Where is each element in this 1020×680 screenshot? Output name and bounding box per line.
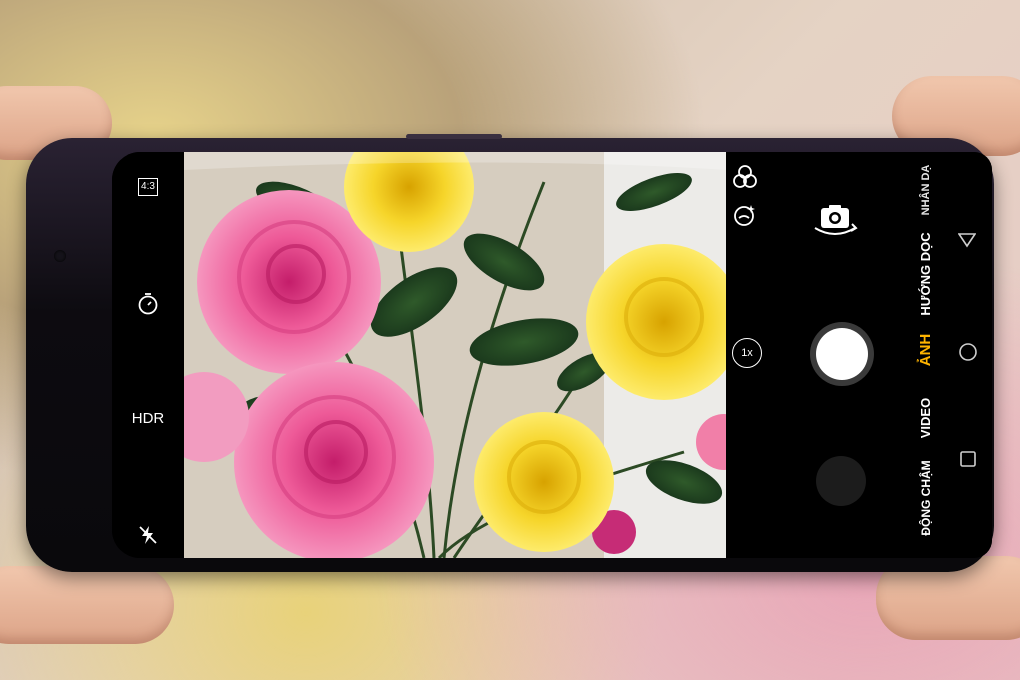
- left-settings-bar: 4:3 HDR: [112, 152, 184, 558]
- beauty-icon: [734, 205, 755, 226]
- camera-viewfinder[interactable]: [184, 152, 726, 558]
- mode-night[interactable]: NHÂN DẠ: [916, 152, 936, 230]
- nav-recents-button[interactable]: [959, 450, 977, 473]
- shutter-inner: [816, 328, 868, 380]
- timer-button[interactable]: [112, 292, 184, 320]
- beauty-button[interactable]: [732, 202, 758, 233]
- hdr-button[interactable]: HDR: [112, 410, 184, 427]
- smartphone: 4:3 HDR 1x NHÂN DẠ HƯỚNG DỌC ẢNH VIDEO Đ…: [26, 134, 994, 572]
- mode-photo[interactable]: ẢNH: [916, 320, 936, 380]
- left-bottom-finger: [0, 566, 174, 644]
- mode-slow-motion[interactable]: ĐỘNG CHẬM: [916, 438, 936, 558]
- nav-back-button[interactable]: [957, 232, 977, 253]
- aspect-ratio-button[interactable]: 4:3: [112, 176, 184, 196]
- filter-icon: [733, 165, 757, 188]
- switch-camera-icon: [814, 205, 858, 235]
- camera-screen: 4:3 HDR 1x NHÂN DẠ HƯỚNG DỌC ẢNH VIDEO Đ…: [112, 152, 992, 558]
- home-circle-icon: [959, 343, 977, 361]
- recents-square-icon: [960, 451, 976, 467]
- filter-button[interactable]: [732, 164, 758, 195]
- right-control-panel: 1x NHÂN DẠ HƯỚNG DỌC ẢNH VIDEO ĐỘNG CHẬM: [726, 152, 992, 558]
- mode-portrait[interactable]: HƯỚNG DỌC: [916, 224, 936, 324]
- volume-button: [406, 134, 502, 139]
- flash-off-icon: [139, 526, 157, 544]
- nav-home-button[interactable]: [958, 342, 978, 367]
- timer-icon: [138, 293, 158, 315]
- front-camera: [54, 250, 66, 262]
- flash-button[interactable]: [112, 524, 184, 550]
- photo-scene: 4:3 HDR 1x NHÂN DẠ HƯỚNG DỌC ẢNH VIDEO Đ…: [0, 0, 1020, 680]
- flower-bouquet-image: [184, 152, 726, 558]
- zoom-button[interactable]: 1x: [732, 338, 762, 368]
- gallery-thumbnail[interactable]: [816, 456, 866, 506]
- switch-camera-button[interactable]: [812, 204, 858, 243]
- shutter-button[interactable]: [810, 322, 874, 386]
- back-triangle-icon: [957, 233, 977, 248]
